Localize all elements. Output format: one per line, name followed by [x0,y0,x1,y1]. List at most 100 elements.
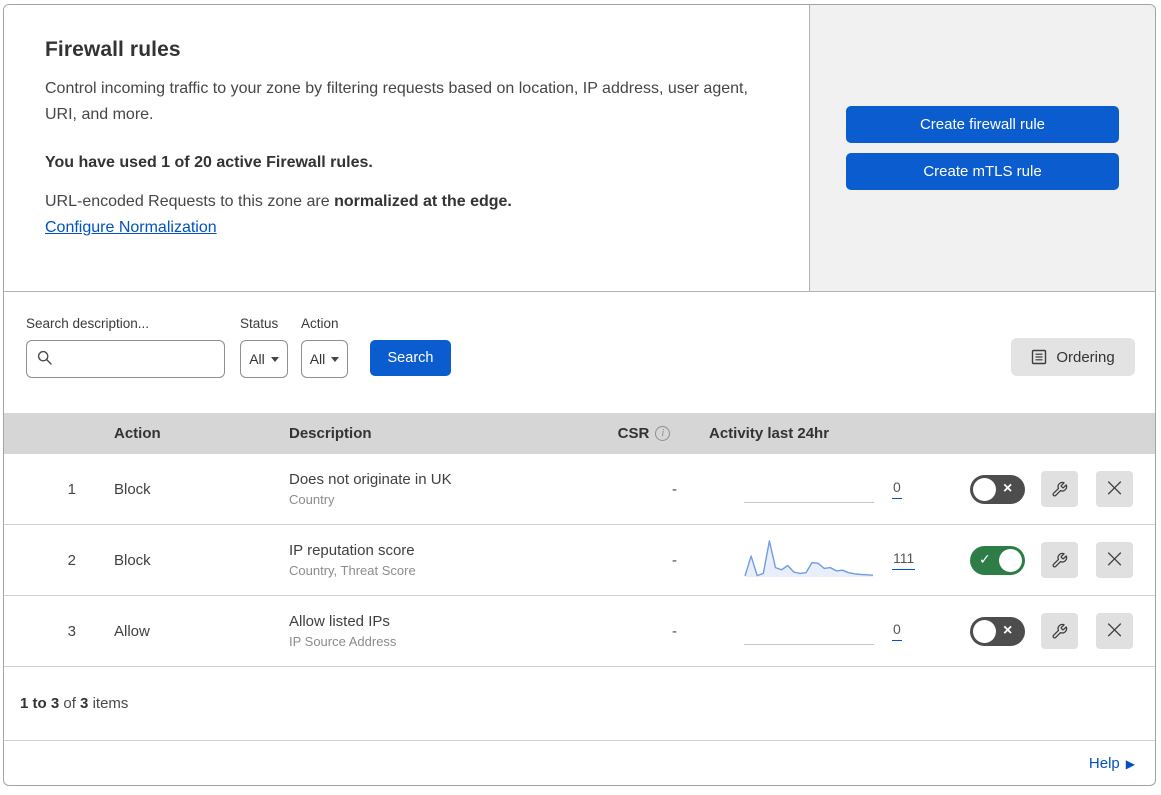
rule-controls: ✓ × [934,542,1155,578]
delete-rule-button[interactable]: × [1096,613,1133,649]
info-icon[interactable]: i [655,426,671,441]
rule-activity: 0 [704,467,934,511]
activity-sparkline [744,538,874,582]
rule-number: 3 [67,622,76,640]
rule-enabled-toggle[interactable]: ✓ [970,545,1025,575]
usage-summary: You have used 1 of 20 active Firewall ru… [45,154,373,171]
search-label: Search description... [26,316,150,331]
header-section: Firewall rules Control incoming traffic … [4,5,1155,292]
activity-count-link[interactable]: 111 [892,550,916,570]
rule-title: Allow listed IPs [289,613,390,630]
status-value: All [249,351,265,367]
ordering-list-icon [1031,349,1047,365]
rule-number: 1 [67,480,76,498]
rule-action: Allow [114,622,150,640]
pagination-of: of [63,695,76,712]
table-row: 3 Allow Allow listed IPs IP Source Addre… [4,596,1155,667]
action-label: Action [301,316,339,331]
toggle-on-check-icon: ✓ [979,552,991,568]
rule-action: Block [114,480,151,498]
rule-enabled-toggle[interactable]: × [970,474,1025,504]
delete-rule-button[interactable]: × [1096,542,1133,578]
wrench-icon [1051,623,1068,640]
wrench-icon [1051,481,1068,498]
action-value: All [309,351,326,367]
status-dropdown[interactable]: All [240,340,288,378]
search-button[interactable]: Search [370,340,451,376]
column-csr-label: CSR [617,425,650,442]
edit-rule-button[interactable] [1041,471,1078,507]
rule-number: 2 [67,551,76,569]
rule-description: Does not originate in UK Country [274,471,584,507]
table-row: 2 Block IP reputation score Country, Thr… [4,525,1155,596]
close-icon: × [1103,472,1126,503]
status-label: Status [240,316,279,331]
page-title: Firewall rules [45,38,181,61]
column-activity: Activity last 24hr [709,425,830,442]
pagination-range: 1 to 3 [20,695,60,712]
delete-rule-button[interactable]: × [1096,471,1133,507]
action-filter-group: Action All [301,316,348,378]
edit-rule-button[interactable] [1041,613,1078,649]
rule-action: Block [114,551,151,569]
rule-csr: - [672,622,677,640]
pagination-items: items [92,695,129,712]
create-mtls-rule-button[interactable]: Create mTLS rule [846,153,1119,190]
rule-description: IP reputation score Country, Threat Scor… [274,542,584,578]
toggle-knob [973,619,996,643]
help-bar: Help ▶ [4,741,1155,785]
edit-rule-button[interactable] [1041,542,1078,578]
page-description: Control incoming traffic to your zone by… [45,80,748,123]
rule-fields: Country, Threat Score [289,563,416,578]
pagination-bar: 1 to 3 of 3 items [4,667,1155,741]
rule-csr: - [672,480,677,498]
table-row: 1 Block Does not originate in UK Country… [4,454,1155,525]
rule-controls: × × [934,471,1155,507]
rule-title: Does not originate in UK [289,471,452,488]
toggle-off-x-icon: × [1003,480,1013,497]
rule-description: Allow listed IPs IP Source Address [274,613,584,649]
activity-sparkline-empty [744,467,874,511]
rule-controls: × × [934,613,1155,649]
activity-count-link[interactable]: 0 [892,621,902,641]
configure-normalization-link[interactable]: Configure Normalization [45,219,217,237]
normalization-note: URL-encoded Requests to this zone are no… [45,193,769,211]
rule-fields: IP Source Address [289,634,397,649]
table-header: Action Description CSR i Activity last 2… [4,413,1155,454]
toggle-knob [973,477,996,501]
rule-title: IP reputation score [289,542,415,559]
search-input-wrap [26,340,225,378]
chevron-down-icon [270,356,279,362]
action-dropdown[interactable]: All [301,340,348,378]
create-firewall-rule-button[interactable]: Create firewall rule [846,106,1119,143]
normalization-text: URL-encoded Requests to this zone are [45,193,330,210]
wrench-icon [1051,552,1068,569]
rule-fields: Country [289,492,335,507]
close-icon: × [1103,543,1126,574]
search-icon [37,350,53,366]
actions-panel: Create firewall rule Create mTLS rule [810,5,1155,291]
pagination-total: 3 [80,695,89,712]
help-link[interactable]: Help [1089,755,1120,772]
ordering-button[interactable]: Ordering [1011,338,1135,376]
header-text-area: Firewall rules Control incoming traffic … [4,5,810,291]
rule-enabled-toggle[interactable]: × [970,616,1025,646]
column-action: Action [114,425,161,442]
firewall-rules-card: Firewall rules Control incoming traffic … [3,4,1156,786]
rule-activity: 0 [704,609,934,653]
arrow-right-icon[interactable]: ▶ [1126,757,1135,771]
activity-count-link[interactable]: 0 [892,479,902,499]
ordering-button-label: Ordering [1056,348,1115,366]
activity-sparkline-empty [744,609,874,653]
normalization-bold: normalized at the edge. [334,193,512,210]
rule-activity: 111 [704,538,934,582]
rule-csr: - [672,551,677,569]
column-csr: CSR i [584,425,704,442]
filters-bar: Search description... Status All Action [4,292,1155,413]
toggle-off-x-icon: × [1003,622,1013,639]
status-filter-group: Status All [240,316,288,378]
column-description: Description [289,425,372,442]
chevron-down-icon [331,356,340,362]
search-input[interactable] [26,340,225,378]
close-icon: × [1103,614,1126,645]
